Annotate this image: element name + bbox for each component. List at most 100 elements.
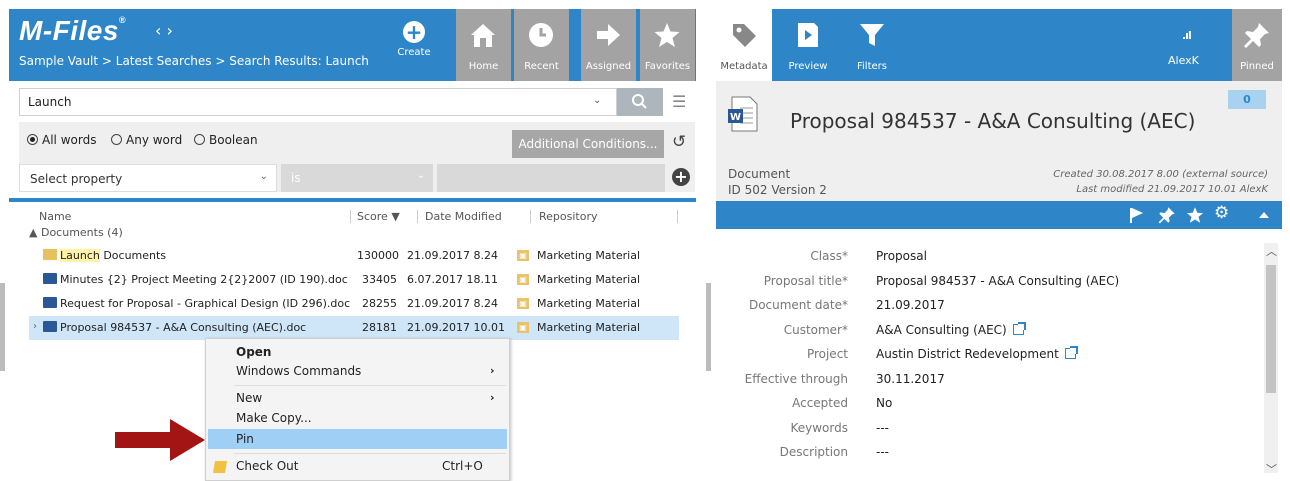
reset-icon[interactable]: ↺ <box>672 132 686 152</box>
column-header-score[interactable]: Score ▼ <box>357 210 400 223</box>
external-link-icon[interactable] <box>1012 322 1026 335</box>
column-separator[interactable] <box>677 210 678 223</box>
add-condition-icon[interactable]: + <box>672 168 690 186</box>
column-separator[interactable] <box>530 210 531 223</box>
property-row-keywords[interactable]: Keywords --- <box>716 417 1256 441</box>
flag-icon[interactable] <box>1128 207 1144 223</box>
document-title[interactable]: Proposal 984537 - A&A Consulting (AEC) <box>790 109 1195 133</box>
sliders-icon[interactable]: ☰ <box>672 92 686 111</box>
chevron-up-icon[interactable] <box>1259 211 1269 219</box>
operator-select[interactable]: is ⌄ <box>281 164 433 192</box>
menu-separator <box>234 453 506 454</box>
word-doc-icon <box>43 297 57 308</box>
tab-favorites[interactable]: Favorites <box>640 9 695 81</box>
user-name[interactable]: AlexK <box>1168 54 1199 67</box>
tab-recent-label: Recent <box>524 61 559 72</box>
radio-boolean[interactable]: Boolean <box>194 133 258 147</box>
column-header-repository[interactable]: Repository <box>539 210 598 223</box>
column-header-date-modified[interactable]: Date Modified <box>425 210 502 223</box>
scroll-up-icon[interactable]: ︿ <box>1266 243 1277 259</box>
tab-pinned[interactable]: Pinned <box>1232 9 1282 81</box>
list-item[interactable]: Launch Documents 130000 21.09.2017 8.24 … <box>29 244 679 268</box>
tab-filters[interactable]: Filters <box>844 9 900 81</box>
annotation-arrow-right <box>115 419 205 461</box>
column-separator[interactable] <box>417 210 418 223</box>
context-menu: Open Windows Commands › New › Make Copy...… <box>205 338 510 481</box>
property-row-class[interactable]: Class* Proposal <box>716 245 1256 269</box>
breadcrumb[interactable]: Sample Vault > Latest Searches > Search … <box>19 54 369 68</box>
repository-icon: ▣ <box>517 250 529 261</box>
property-row-effective-through[interactable]: Effective through 30.11.2017 <box>716 368 1256 392</box>
tab-recent[interactable]: Recent <box>514 9 569 81</box>
properties-scrollbar[interactable]: ︿ ﹀ <box>1264 243 1278 476</box>
item-repository: Marketing Material <box>537 249 641 262</box>
menu-item-windows-commands[interactable]: Windows Commands › <box>206 361 509 381</box>
property-value: Proposal <box>876 249 927 263</box>
scroll-down-icon[interactable]: ﹀ <box>1266 461 1277 477</box>
property-row-accepted[interactable]: Accepted No <box>716 392 1256 416</box>
left-resize-handle[interactable] <box>0 283 5 371</box>
menu-item-new[interactable]: New › <box>206 388 509 408</box>
scrollbar-thumb[interactable] <box>1266 265 1276 393</box>
tab-preview[interactable]: Preview <box>780 9 836 81</box>
condition-value-input[interactable] <box>437 164 665 192</box>
property-row-proposal-title[interactable]: Proposal title* Proposal 984537 - A&A Con… <box>716 270 1256 294</box>
tab-home[interactable]: Home <box>456 9 511 81</box>
radio-any-word[interactable]: Any word <box>111 133 182 147</box>
gear-icon[interactable]: ⚙ <box>1214 203 1229 223</box>
item-score: 130000 <box>357 249 399 262</box>
search-button[interactable] <box>617 88 663 116</box>
tab-assigned[interactable]: Assigned <box>581 9 636 81</box>
property-value: 30.11.2017 <box>876 372 945 386</box>
property-row-description[interactable]: Description --- <box>716 441 1256 465</box>
property-value: Austin District Redevelopment <box>876 347 1059 361</box>
search-input[interactable]: Launch ⌄ <box>19 88 617 116</box>
property-label: Effective through <box>744 372 848 386</box>
collapse-icon: ▲ <box>29 226 38 239</box>
external-link-icon[interactable] <box>1064 346 1078 359</box>
group-header[interactable]: ▲ Documents (4) <box>29 226 123 239</box>
column-header-name[interactable]: Name <box>39 210 71 223</box>
tab-metadata[interactable]: Metadata <box>716 9 772 81</box>
connection-status-icon: .ıl <box>1182 29 1192 42</box>
list-item[interactable]: Minutes {2} Project Meeting 2{2}2007 (ID… <box>29 268 679 292</box>
menu-item-pin[interactable]: Pin <box>208 429 507 449</box>
pin-icon[interactable] <box>1158 206 1176 224</box>
metadata-toolbar: ⚙ <box>716 201 1282 229</box>
radio-all-words[interactable]: All words <box>27 133 96 147</box>
chevron-down-icon[interactable]: ⌄ <box>593 95 601 106</box>
pin-icon <box>1244 23 1269 48</box>
list-item-selected[interactable]: › Proposal 984537 - A&A Consulting (AEC)… <box>29 316 679 340</box>
item-date: 21.09.2017 8.24 <box>407 297 498 310</box>
pane-splitter[interactable] <box>706 283 711 371</box>
tab-assigned-label: Assigned <box>585 61 632 72</box>
menu-item-make-copy-label: Make Copy... <box>236 411 312 425</box>
star-icon[interactable] <box>1186 206 1204 224</box>
property-value: --- <box>876 421 889 435</box>
submenu-arrow-icon: › <box>490 364 495 377</box>
menu-item-check-out[interactable]: Check Out Ctrl+O <box>206 456 509 476</box>
list-item[interactable]: Request for Proposal - Graphical Design … <box>29 292 679 316</box>
repository-icon: ▣ <box>517 298 529 309</box>
expand-icon[interactable]: › <box>33 321 37 332</box>
menu-item-open[interactable]: Open <box>206 342 509 362</box>
search-bar: Launch ⌄ ☰ <box>19 88 695 118</box>
menu-item-check-out-label: Check Out <box>236 459 299 473</box>
additional-conditions-button[interactable]: Additional Conditions... <box>512 130 664 158</box>
menu-item-make-copy[interactable]: Make Copy... <box>206 408 509 428</box>
property-value: --- <box>876 445 889 459</box>
property-select[interactable]: Select property ⌄ <box>19 164 277 192</box>
comments-badge[interactable]: 0 <box>1228 90 1266 109</box>
property-row-document-date[interactable]: Document date* 21.09.2017 <box>716 294 1256 318</box>
item-name-rest: Documents <box>99 249 167 262</box>
property-label: Project <box>806 347 848 361</box>
modified-info: Last modified 21.09.2017 10.01 AlexK <box>1076 184 1268 195</box>
create-button[interactable]: + Create <box>394 21 434 58</box>
tag-icon <box>733 24 756 47</box>
chevron-down-icon: ⌄ <box>416 170 425 181</box>
property-row-project[interactable]: Project Austin District Redevelopment <box>716 343 1256 367</box>
item-date: 6.07.2017 18.11 <box>407 273 498 286</box>
column-separator[interactable] <box>350 210 351 223</box>
back-forward-arrows[interactable]: ‹ › <box>155 21 173 40</box>
property-row-customer[interactable]: Customer* A&A Consulting (AEC) <box>716 319 1256 343</box>
